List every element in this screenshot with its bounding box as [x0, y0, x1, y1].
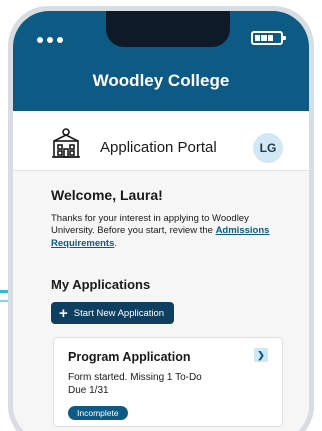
signal-icon — [37, 37, 63, 43]
phone-frame: Woodley College Application Portal LG We… — [8, 6, 314, 431]
status-badge: Incomplete — [68, 406, 128, 420]
plus-icon: + — [59, 304, 68, 322]
phone-screen: Woodley College Application Portal LG We… — [13, 11, 309, 431]
main-content: Application Portal LG Welcome, Laura! Th… — [13, 111, 309, 431]
building-icon — [52, 128, 80, 158]
app-header: Woodley College — [13, 11, 309, 111]
welcome-heading: Welcome, Laura! — [51, 187, 163, 203]
chevron-right-icon[interactable]: ❯ — [254, 348, 268, 362]
application-title: Program Application — [68, 350, 191, 364]
applications-heading: My Applications — [51, 277, 151, 292]
application-status: Form started. Missing 1 To-Do Due 1/31 — [68, 372, 202, 397]
app-title: Woodley College — [92, 71, 230, 90]
welcome-text: Thanks for your interest in applying to … — [51, 213, 289, 250]
application-status-line: Form started. Missing 1 To-Do — [68, 372, 202, 383]
phone-notch — [106, 11, 230, 47]
application-due-date: Due 1/31 — [68, 384, 109, 396]
application-card[interactable]: Program Application ❯ Form started. Miss… — [53, 337, 283, 427]
start-new-application-button[interactable]: + Start New Application — [51, 302, 175, 324]
avatar[interactable]: LG — [253, 133, 283, 163]
welcome-text-end: . — [114, 237, 117, 249]
portal-title: Application Portal — [100, 139, 217, 156]
battery-icon — [251, 31, 286, 45]
portal-bar: Application Portal LG — [13, 111, 309, 171]
start-new-application-label: Start New Application — [73, 307, 165, 319]
